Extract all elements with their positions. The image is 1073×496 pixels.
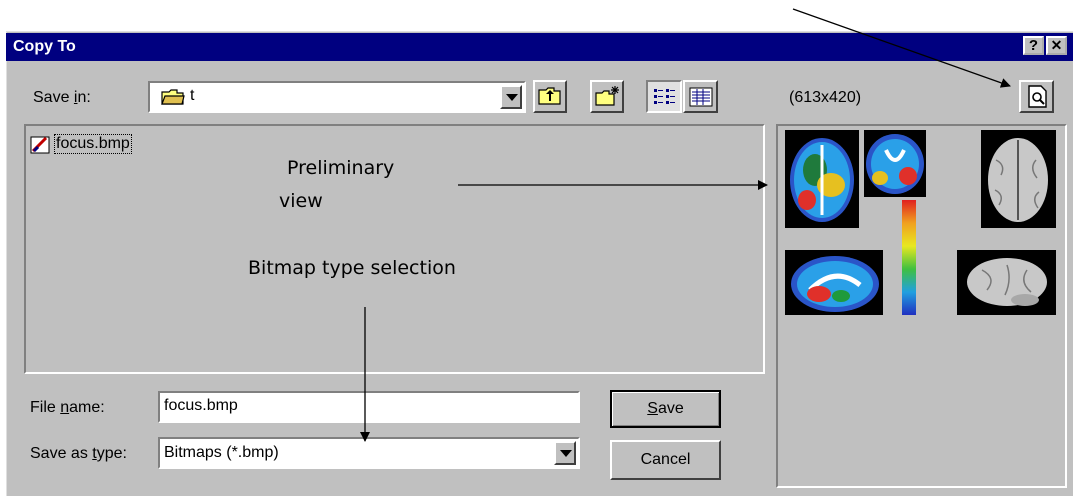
annotation-arrows bbox=[360, 8, 1011, 442]
preview-button-arrow bbox=[792, 8, 1011, 88]
